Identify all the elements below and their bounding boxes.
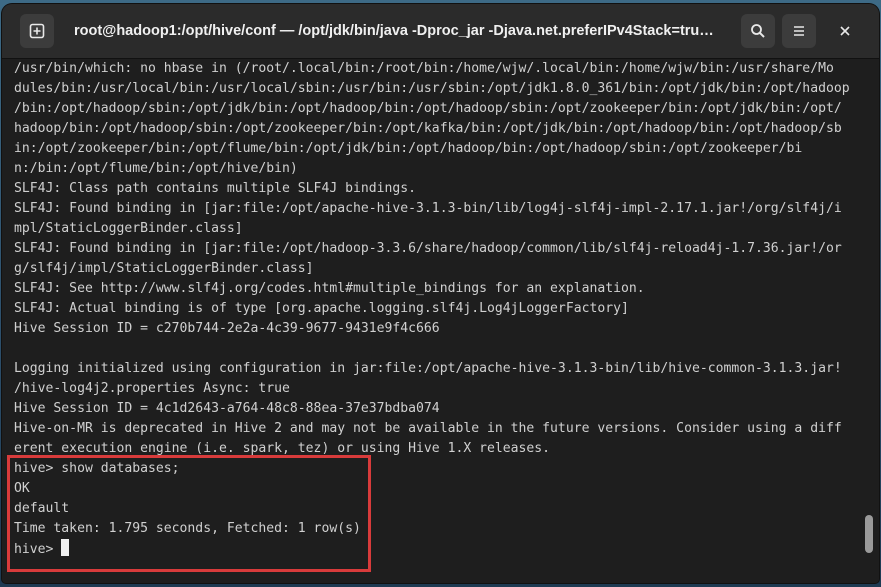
search-button[interactable] [741,14,775,48]
hamburger-menu-icon [794,26,804,36]
terminal-line: SLF4J: Found binding in [jar:file:/opt/a… [14,201,842,216]
terminal-line: mpl/StaticLoggerBinder.class] [14,221,243,236]
scrollbar-thumb[interactable] [865,515,873,553]
scrollbar[interactable] [865,65,873,577]
close-button[interactable] [828,14,862,48]
terminal-line: SLF4J: Found binding in [jar:file:/opt/h… [14,241,842,256]
terminal-line: Hive-on-MR is deprecated in Hive 2 and m… [14,421,842,436]
terminal-line: /hive-log4j2.properties Async: true [14,381,290,396]
terminal-line: g/slf4j/impl/StaticLoggerBinder.class] [14,261,314,276]
terminal-line: Logging initialized using configuration … [14,361,842,376]
terminal-output-area[interactable]: /usr/bin/which: no hbase in (/root/.loca… [2,59,879,583]
terminal-line: /bin:/opt/hadoop/sbin:/opt/jdk/bin:/opt/… [14,101,842,116]
menu-button[interactable] [782,14,816,48]
terminal-line: n:/bin:/opt/flume/bin:/opt/hive/bin) [14,161,298,176]
titlebar: root@hadoop1:/opt/hive/conf — /opt/jdk/b… [2,4,879,59]
close-icon [840,26,850,36]
terminal-window: root@hadoop1:/opt/hive/conf — /opt/jdk/b… [2,4,879,583]
new-tab-icon [29,23,45,39]
terminal-line: hadoop/bin:/opt/hadoop/sbin:/opt/zookeep… [14,121,842,136]
terminal-line: SLF4J: See http://www.slf4j.org/codes.ht… [14,281,645,296]
terminal-line: /usr/bin/which: no hbase in (/root/.loca… [14,61,834,76]
new-tab-button[interactable] [20,14,54,48]
terminal-line: Hive Session ID = c270b744-2e2a-4c39-967… [14,321,440,336]
terminal-line: SLF4J: Actual binding is of type [org.ap… [14,301,629,316]
terminal-line: dules/bin:/usr/local/bin:/usr/local/sbin… [14,81,850,96]
terminal-line: in:/opt/zookeeper/bin:/opt/flume/bin:/op… [14,141,803,156]
window-title: root@hadoop1:/opt/hive/conf — /opt/jdk/b… [74,23,714,39]
terminal-line: Hive Session ID = 4c1d2643-a764-48c8-88e… [14,401,440,416]
terminal-line: SLF4J: Class path contains multiple SLF4… [14,181,417,196]
highlight-annotation-box [7,455,371,572]
search-icon [751,24,765,38]
